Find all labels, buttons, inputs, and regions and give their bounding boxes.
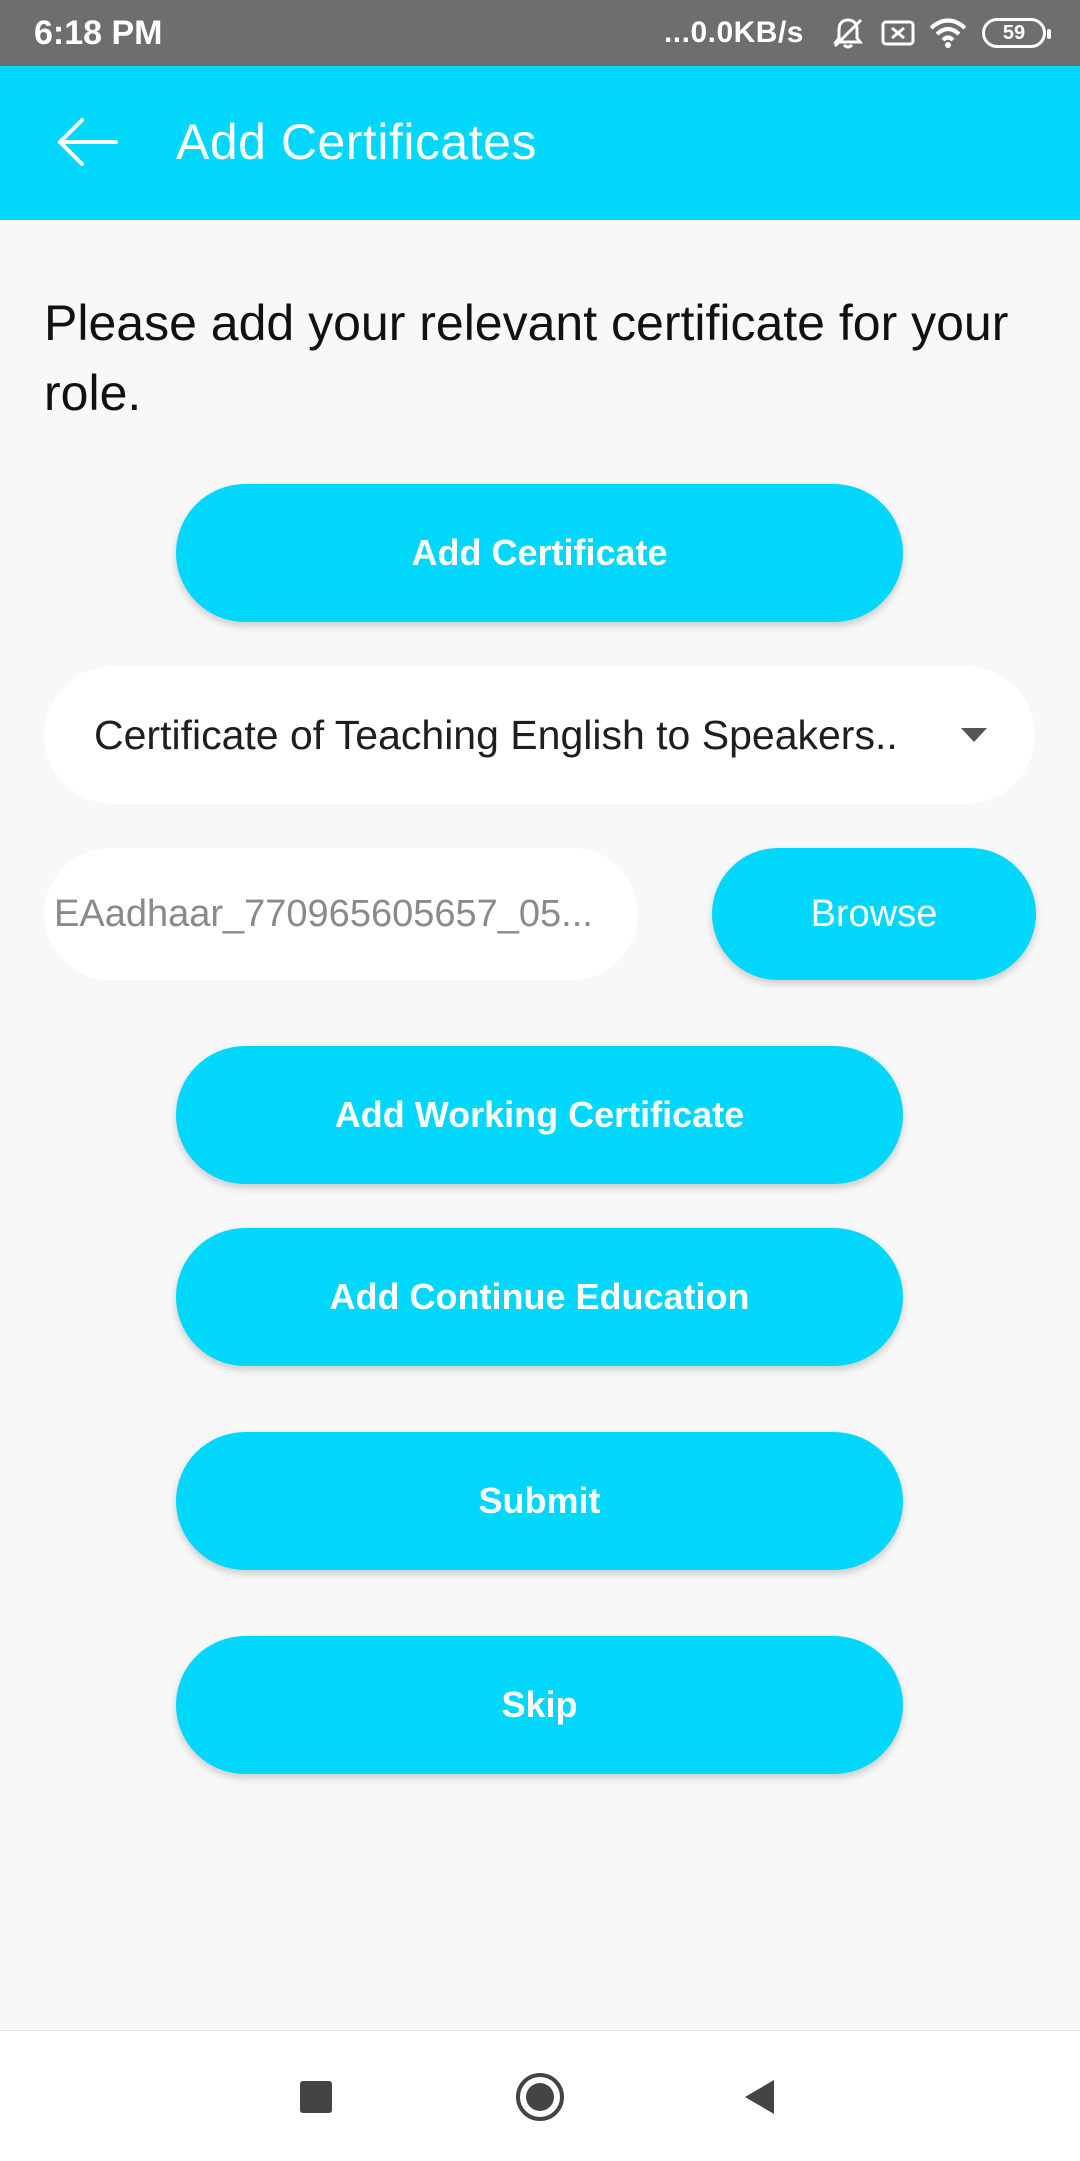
home-button[interactable]	[504, 2061, 576, 2133]
recents-button[interactable]	[280, 2061, 352, 2133]
file-name-field[interactable]: EAadhaar_770965605657_05...	[44, 848, 638, 980]
status-indicators: ...0.0KB/s 59	[663, 12, 1051, 54]
nav-back-button[interactable]	[724, 2061, 796, 2133]
skip-button[interactable]: Skip	[176, 1636, 903, 1774]
status-bar: 6:18 PM ...0.0KB/s 59	[0, 0, 1080, 66]
arrow-left-icon	[58, 118, 118, 166]
certificate-type-selected: Certificate of Teaching English to Speak…	[94, 711, 898, 758]
add-continue-education-button[interactable]: Add Continue Education	[176, 1228, 903, 1366]
add-working-certificate-button[interactable]: Add Working Certificate	[176, 1046, 903, 1184]
certificate-type-dropdown[interactable]: Certificate of Teaching English to Speak…	[44, 666, 1035, 804]
app-bar: Add Certificates	[0, 66, 1080, 220]
page-title: Add Certificates	[176, 114, 537, 170]
status-time: 6:18 PM	[34, 14, 163, 52]
submit-button[interactable]: Submit	[176, 1432, 903, 1570]
browse-button[interactable]: Browse	[712, 848, 1036, 980]
add-certificate-button[interactable]: Add Certificate	[176, 484, 903, 622]
recents-square-icon	[300, 2081, 332, 2113]
back-triangle-icon	[745, 2080, 774, 2114]
sim-icon	[878, 13, 918, 53]
home-circle-icon	[516, 2073, 564, 2121]
back-button[interactable]	[52, 112, 124, 172]
dropdown-arrow-icon	[961, 728, 987, 742]
mute-icon	[828, 13, 868, 53]
system-nav-bar	[0, 2030, 1080, 2161]
wifi-icon	[928, 13, 968, 53]
instructions-text: Please add your relevant certificate for…	[44, 295, 1009, 421]
battery-icon: 59	[982, 18, 1051, 48]
network-speed: ...0.0KB/s	[663, 16, 804, 49]
